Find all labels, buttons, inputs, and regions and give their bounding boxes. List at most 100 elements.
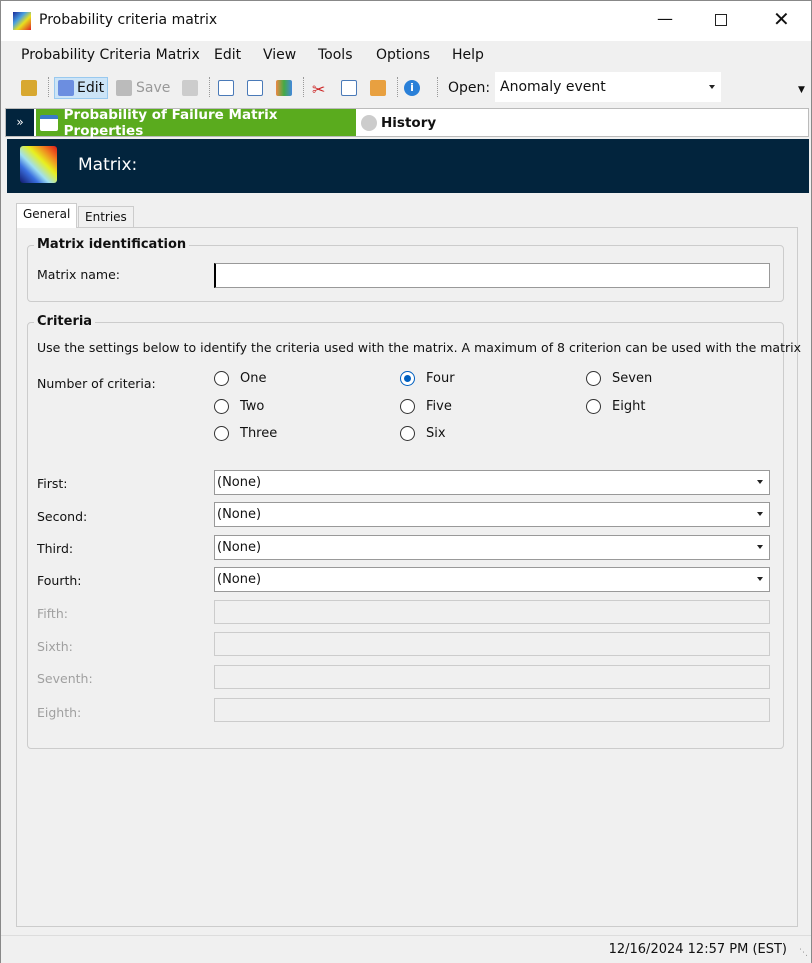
copy-doc-button[interactable] xyxy=(247,77,263,99)
edit-button[interactable]: Edit xyxy=(54,77,109,99)
sixth-criterion-field xyxy=(214,632,770,656)
radio-label: Two xyxy=(240,399,265,414)
open-label: Open: xyxy=(448,80,491,96)
radio-eight[interactable]: Eight xyxy=(586,399,645,414)
title-bar: Probability criteria matrix — ✕ xyxy=(1,1,811,41)
menu-options[interactable]: Options xyxy=(376,47,430,63)
copy-document-icon xyxy=(247,80,263,96)
first-criterion-label: First: xyxy=(37,476,68,491)
menu-bar: Probability Criteria Matrix Edit View To… xyxy=(1,41,811,70)
window: Probability criteria matrix — ✕ Probabil… xyxy=(0,0,812,963)
save-button[interactable]: Save xyxy=(116,77,170,99)
menu-view[interactable]: View xyxy=(263,47,296,63)
history-clock-icon xyxy=(361,114,377,131)
eighth-criterion-field xyxy=(214,698,770,722)
edit-label: Edit xyxy=(77,80,105,96)
close-button[interactable]: ✕ xyxy=(773,7,790,31)
tab-general[interactable]: General xyxy=(16,203,78,228)
save-label: Save xyxy=(136,80,171,96)
windows-button[interactable] xyxy=(276,77,292,99)
chevron-down-icon xyxy=(757,512,763,516)
radio-label: Five xyxy=(426,399,452,414)
number-of-criteria-label: Number of criteria: xyxy=(37,376,156,391)
radio-label: Four xyxy=(426,371,455,386)
fourth-criterion-dropdown[interactable]: (None) xyxy=(214,567,770,592)
third-criterion-label: Third: xyxy=(37,541,74,556)
new-button[interactable] xyxy=(218,77,234,99)
menu-tools[interactable]: Tools xyxy=(318,47,353,63)
fourth-criterion-label: Fourth: xyxy=(37,573,82,588)
radio-label: Eight xyxy=(612,399,646,414)
properties-tab-label: Probability of Failure Matrix Properties xyxy=(63,106,278,139)
radio-five[interactable]: Five xyxy=(400,399,452,414)
app-icon xyxy=(13,12,31,30)
fifth-criterion-label: Fifth: xyxy=(37,606,68,621)
group-title: Matrix identification xyxy=(34,237,190,252)
paste-icon xyxy=(370,80,386,96)
third-criterion-dropdown[interactable]: (None) xyxy=(214,535,770,560)
save-icon xyxy=(116,80,132,96)
cut-button[interactable]: ✂ xyxy=(312,77,328,99)
toolbar-overflow-button[interactable]: ▼ xyxy=(798,85,805,95)
radio-one[interactable]: One xyxy=(214,371,266,386)
radio-seven[interactable]: Seven xyxy=(586,371,652,386)
refresh-button[interactable] xyxy=(182,77,198,99)
collapse-button[interactable]: » xyxy=(6,109,34,136)
scissors-icon: ✂ xyxy=(312,80,326,99)
folder-up-icon xyxy=(21,80,37,96)
chevron-down-icon xyxy=(757,577,763,581)
radio-label: Six xyxy=(426,426,446,441)
menu-probability-criteria-matrix[interactable]: Probability Criteria Matrix xyxy=(21,47,200,63)
open-dropdown[interactable]: Anomaly event xyxy=(495,72,721,102)
open-dropdown-value: Anomaly event xyxy=(500,79,606,95)
open-folder-button[interactable] xyxy=(21,77,37,99)
new-document-icon xyxy=(218,80,234,96)
panel-header: » Probability of Failure Matrix Properti… xyxy=(5,106,809,139)
tab-general-label: General xyxy=(23,207,71,221)
paste-button[interactable] xyxy=(370,77,386,99)
copy-icon xyxy=(341,80,357,96)
radio-label: One xyxy=(240,371,267,386)
info-icon: i xyxy=(404,80,420,96)
dropdown-value: (None) xyxy=(217,540,262,555)
copy-button[interactable] xyxy=(341,77,357,99)
windows-logo-icon xyxy=(276,80,292,96)
tab-history[interactable]: History xyxy=(361,109,436,136)
status-datetime: 12/16/2024 12:57 PM (EST) xyxy=(608,942,787,957)
tab-properties[interactable]: Probability of Failure Matrix Properties xyxy=(36,106,356,139)
radio-label: Three xyxy=(240,426,278,441)
tab-entries[interactable]: Entries xyxy=(78,206,134,228)
menu-edit[interactable]: Edit xyxy=(214,47,241,63)
first-criterion-dropdown[interactable]: (None) xyxy=(214,470,770,495)
info-button[interactable]: i xyxy=(404,77,420,99)
radio-four[interactable]: Four xyxy=(400,371,455,386)
eighth-criterion-label: Eighth: xyxy=(37,705,82,720)
radio-two[interactable]: Two xyxy=(214,399,264,414)
dropdown-value: (None) xyxy=(217,475,262,490)
matrix-name-input[interactable] xyxy=(214,263,770,288)
minimize-button[interactable]: — xyxy=(657,9,673,28)
refresh-icon xyxy=(182,80,198,96)
menu-help[interactable]: Help xyxy=(452,47,484,63)
dropdown-value: (None) xyxy=(217,507,262,522)
history-tab-label: History xyxy=(381,114,437,131)
maximize-button[interactable] xyxy=(715,14,727,26)
chevron-down-icon xyxy=(709,85,715,89)
seventh-criterion-field xyxy=(214,665,770,689)
matrix-name-label: Matrix name: xyxy=(37,267,120,282)
banner-title: Matrix: xyxy=(78,155,138,175)
second-criterion-dropdown[interactable]: (None) xyxy=(214,502,770,527)
window-icon xyxy=(40,114,58,131)
radio-label: Seven xyxy=(612,371,653,386)
sixth-criterion-label: Sixth: xyxy=(37,639,73,654)
radio-three[interactable]: Three xyxy=(214,426,277,441)
radio-six[interactable]: Six xyxy=(400,426,446,441)
criteria-description: Use the settings below to identify the c… xyxy=(37,340,802,355)
tab-entries-label: Entries xyxy=(85,210,127,224)
dropdown-value: (None) xyxy=(217,572,262,587)
resize-grip[interactable]: ⋱ xyxy=(799,948,808,958)
window-title: Probability criteria matrix xyxy=(39,12,218,28)
chevron-down-icon xyxy=(757,480,763,484)
fifth-criterion-field xyxy=(214,600,770,624)
matrix-icon xyxy=(20,146,57,183)
